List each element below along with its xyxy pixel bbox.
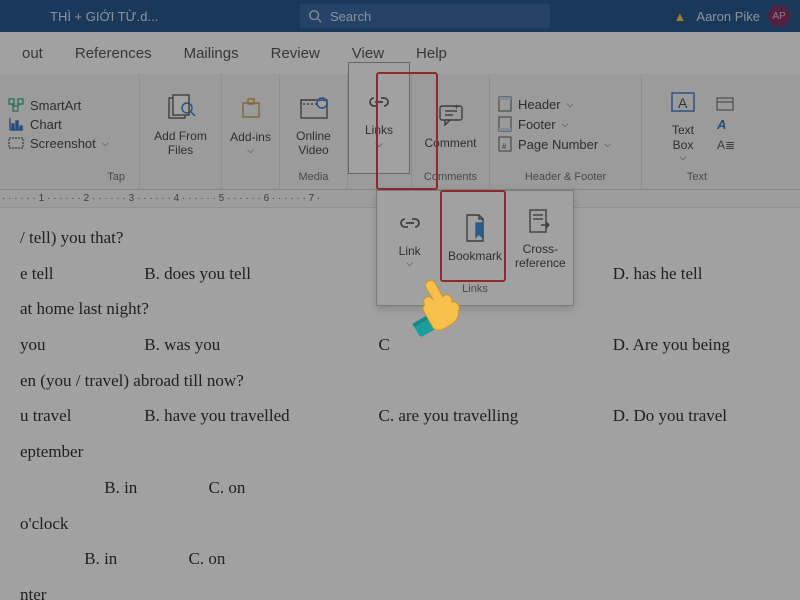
add-from-files-button[interactable]: Add From Files <box>151 81 211 167</box>
ribbon: SmartArt Chart Screenshot ⌵ Tap Add From… <box>0 74 800 190</box>
svg-text:A: A <box>716 117 726 131</box>
bookmark-icon <box>463 213 487 243</box>
links-dropdown: Link ⌵ Bookmark Cross-reference Links <box>376 190 574 306</box>
link-icon <box>366 94 392 110</box>
link-item[interactable]: Link ⌵ <box>377 191 442 283</box>
chev-icon: ⌵ <box>247 145 254 156</box>
bookmark-item[interactable]: Bookmark <box>442 191 507 283</box>
doc-line: u travel B. have you travelled C. are yo… <box>20 398 780 434</box>
video-icon <box>299 96 329 120</box>
avatar[interactable]: AP <box>768 5 790 27</box>
tab-layout[interactable]: out <box>6 45 59 62</box>
chevron-down-icon: ⌵ <box>375 139 383 151</box>
tab-mailings[interactable]: Mailings <box>168 45 255 62</box>
group-header-footer: Header & Footer <box>525 171 606 187</box>
title-bar: THÌ + GIỚI TỪ.d... Search ▲ Aaron Pike A… <box>0 0 800 32</box>
chart-icon <box>8 117 24 131</box>
screenshot-button[interactable]: Screenshot ⌵ <box>8 136 109 151</box>
document-title: THÌ + GIỚI TỪ.d... <box>50 9 210 24</box>
doc-line: you B. was you C D. Are you being <box>20 327 780 363</box>
footer-icon <box>498 116 512 132</box>
tab-review[interactable]: Review <box>255 45 336 62</box>
wordart-icon[interactable]: A <box>716 117 734 131</box>
group-text: Text <box>687 171 707 187</box>
link-icon <box>397 215 423 231</box>
text-box-button[interactable]: A Text Box⌵ <box>660 81 706 167</box>
svg-text:A≣: A≣ <box>717 138 734 151</box>
addins-button[interactable]: Add-ins⌵ <box>226 81 276 167</box>
comment-button[interactable]: + Comment <box>418 81 484 167</box>
header-icon <box>498 96 512 112</box>
doc-line: eptember <box>20 434 780 470</box>
chevron-down-icon: ⌵ <box>102 138 109 149</box>
doc-line: B. in C. on <box>20 470 780 506</box>
chart-button[interactable]: Chart <box>8 117 109 132</box>
warning-icon: ▲ <box>674 9 687 24</box>
crossref-icon <box>527 207 553 235</box>
svg-text:#: # <box>502 142 507 151</box>
doc-line: B. in C. on <box>20 541 780 577</box>
group-media: Media <box>299 171 329 187</box>
smartart-button[interactable]: SmartArt <box>8 98 109 113</box>
doc-line: nter <box>20 577 780 600</box>
links-button[interactable]: Links ⌵ <box>348 62 410 174</box>
dropcap-icon[interactable]: A≣ <box>716 137 734 151</box>
user-name: Aaron Pike <box>696 9 760 24</box>
footer-button[interactable]: Footer⌵ <box>498 116 611 132</box>
quickparts-icon[interactable] <box>716 97 734 111</box>
doc-line: o'clock <box>20 506 780 542</box>
search-box[interactable]: Search <box>300 4 550 28</box>
header-button[interactable]: Header⌵ <box>498 96 611 112</box>
group-tap: Tap <box>107 171 125 187</box>
svg-text:+: + <box>454 104 459 112</box>
links-group-label: Links <box>377 283 573 303</box>
chevron-down-icon: ⌵ <box>406 258 413 269</box>
search-placeholder: Search <box>330 9 371 24</box>
search-icon <box>308 9 322 23</box>
tab-help[interactable]: Help <box>400 45 463 62</box>
page-number-button[interactable]: # Page Number⌵ <box>498 136 611 152</box>
user-area[interactable]: ▲ Aaron Pike AP <box>674 5 790 27</box>
doc-line: en (you / travel) abroad till now? <box>20 363 780 399</box>
textbox-icon: A <box>670 90 696 114</box>
files-search-icon <box>166 94 196 122</box>
smartart-icon <box>8 98 24 112</box>
comment-icon: + <box>438 104 464 126</box>
online-video-button[interactable]: Online Video <box>286 81 342 167</box>
group-comments: Comments <box>424 171 477 187</box>
screenshot-icon <box>8 136 24 150</box>
cross-reference-item[interactable]: Cross-reference <box>508 191 573 283</box>
pagenum-icon: # <box>498 136 512 152</box>
addins-icon <box>239 97 263 121</box>
tab-references[interactable]: References <box>59 45 168 62</box>
svg-text:A: A <box>678 95 688 111</box>
tab-view[interactable]: View <box>336 45 400 62</box>
